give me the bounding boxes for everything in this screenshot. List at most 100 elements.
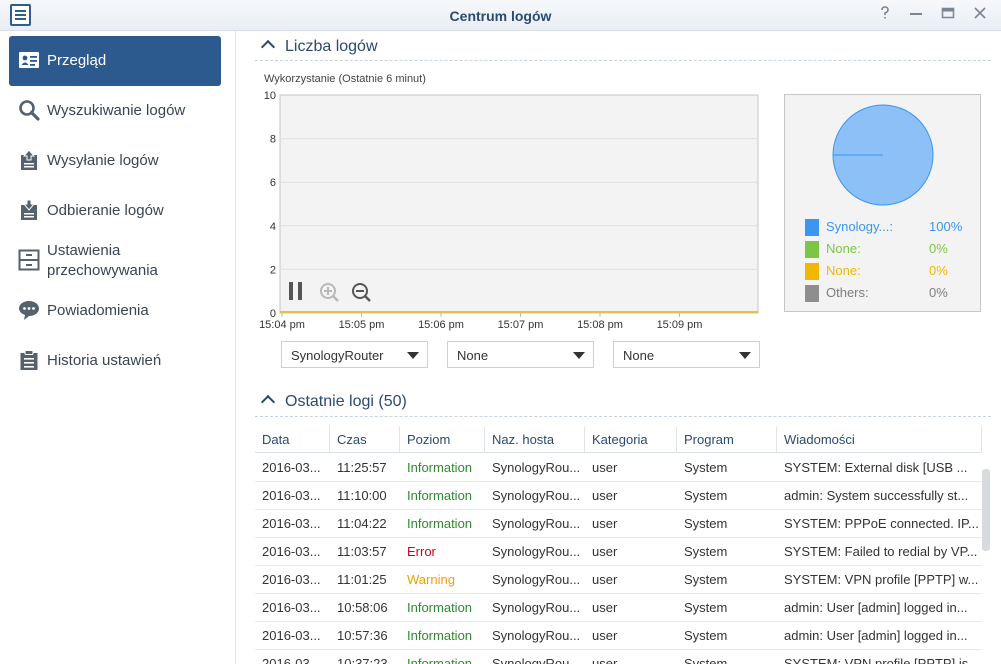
table-header: Data Czas Poziom Naz. hosta Kategoria Program… <box>255 426 982 453</box>
legend-percent: 100% <box>929 219 963 234</box>
sidebar-item-log-receiving[interactable]: Odbieranie logów <box>9 186 221 236</box>
table-cell: System <box>684 460 728 475</box>
legend-swatch <box>805 219 819 236</box>
table-cell: 2016-03... <box>262 516 321 531</box>
table-cell: 11:10:00 <box>337 488 387 503</box>
close-icon[interactable] <box>971 6 989 24</box>
table-cell: Information <box>407 600 473 615</box>
x-tick-label: 15:05 pm <box>339 319 385 331</box>
x-tick-label: 15:08 pm <box>577 319 623 331</box>
legend-label: None: <box>826 263 861 278</box>
table-cell: SynologyRou... <box>492 544 581 559</box>
help-icon[interactable] <box>876 6 894 24</box>
table-row[interactable]: 2016-03... 11:03:57 Error SynologyRou... use… <box>255 538 982 566</box>
title-bar: Centrum logów <box>0 0 1001 31</box>
upload-icon <box>21 149 37 170</box>
recent-logs-table: Data Czas Poziom Naz. hosta Kategoria Program… <box>255 426 1001 664</box>
host-filter-select-2[interactable]: None <box>447 341 594 368</box>
table-cell: 2016-03... <box>262 460 321 475</box>
table-cell: Information <box>407 628 473 643</box>
sidebar-item-log-sending[interactable]: Wysyłanie logów <box>9 136 221 186</box>
host-distribution-panel: Synology...: 100% None: 0% None: 0% Others: 0% <box>784 94 981 312</box>
column-header[interactable]: Program <box>677 426 777 453</box>
search-icon <box>19 100 40 121</box>
table-cell: 10:37:23 <box>337 656 388 664</box>
table-cell: System <box>684 488 728 503</box>
column-header[interactable]: Data <box>255 426 330 453</box>
recent-logs-section-header[interactable]: Ostatnie logi (50) <box>260 393 407 411</box>
y-tick-label: 6 <box>270 177 276 189</box>
collapse-chevron-icon[interactable] <box>260 39 276 55</box>
sidebar-item-notifications[interactable]: Powiadomienia <box>9 286 221 336</box>
table-cell: SynologyRou... <box>492 572 581 587</box>
table-cell: user <box>592 572 618 587</box>
table-cell: admin: User [admin] logged in... <box>784 628 968 643</box>
legend-label: Synology...: <box>826 219 893 234</box>
legend-item: None: 0% <box>805 261 975 281</box>
table-row[interactable]: 2016-03... 11:25:57 Information SynologyRou… <box>255 454 982 482</box>
table-row[interactable]: 2016-03... 11:10:00 Information SynologyRou… <box>255 482 982 510</box>
sidebar-item-overview[interactable]: Przegląd <box>9 36 221 86</box>
table-cell: SynologyRou... <box>492 460 581 475</box>
log-count-section-header[interactable]: Liczba logów <box>260 38 378 56</box>
table-cell: System <box>684 600 728 615</box>
table-cell: user <box>592 628 618 643</box>
minimize-icon[interactable] <box>907 6 925 24</box>
sidebar-item-label: Wyszukiwanie logów <box>47 102 186 119</box>
table-cell: 2016-03... <box>262 628 321 643</box>
table-cell: SYSTEM: VPN profile [PPTP] is... <box>784 656 980 664</box>
collapse-chevron-icon[interactable] <box>260 394 276 410</box>
legend-item: Others: 0% <box>805 283 975 303</box>
column-header[interactable]: Wiadomości <box>777 426 982 453</box>
maximize-icon[interactable] <box>939 6 957 24</box>
legend-percent: 0% <box>929 241 948 256</box>
host-filter-select-1[interactable]: SynologyRouter <box>281 341 428 368</box>
column-header[interactable]: Czas <box>330 426 400 453</box>
table-cell: 2016-03... <box>262 488 321 503</box>
column-header[interactable]: Poziom <box>400 426 485 453</box>
sidebar: Przegląd Wyszukiwanie logów Wysyłanie lo… <box>0 31 236 664</box>
table-cell: SynologyRou... <box>492 628 581 643</box>
log-count-title: Liczba logów <box>285 38 378 55</box>
select-value: None <box>623 348 655 363</box>
table-row[interactable]: 2016-03... 10:37:23 Information SynologyRou… <box>255 650 982 664</box>
legend-percent: 0% <box>929 285 948 300</box>
table-cell: user <box>592 656 618 664</box>
x-tick-label: 15:04 pm <box>259 319 305 331</box>
table-cell: user <box>592 460 618 475</box>
table-row[interactable]: 2016-03... 10:58:06 Information SynologyRou… <box>255 594 982 622</box>
log-center-window: Centrum logów Przegląd Wyszukiwanie logó… <box>0 0 1001 664</box>
table-cell: Information <box>407 656 473 664</box>
sidebar-item-label-line2: przechowywania <box>47 262 158 279</box>
y-tick-label: 2 <box>270 264 276 276</box>
table-cell: SYSTEM: Failed to redial by VP... <box>784 544 978 559</box>
table-cell: SYSTEM: PPPoE connected. IP... <box>784 516 979 531</box>
column-header[interactable]: Kategoria <box>585 426 677 453</box>
legend-item: None: 0% <box>805 239 975 259</box>
x-tick-label: 15:06 pm <box>418 319 464 331</box>
table-cell: Warning <box>407 572 455 587</box>
host-filter-select-3[interactable]: None <box>613 341 760 368</box>
clipboard-icon <box>20 350 38 370</box>
column-header[interactable]: Naz. hosta <box>485 426 585 453</box>
download-icon <box>21 199 37 220</box>
sidebar-item-storage-settings[interactable]: Ustawienia przechowywania <box>9 236 221 286</box>
table-cell: 11:25:57 <box>337 460 387 475</box>
table-cell: user <box>592 600 618 615</box>
table-row[interactable]: 2016-03... 10:57:36 Information SynologyRou… <box>255 622 982 650</box>
legend-percent: 0% <box>929 263 948 278</box>
table-scrollbar[interactable] <box>982 469 990 551</box>
table-cell: Information <box>407 460 473 475</box>
table-cell: 2016-03... <box>262 544 321 559</box>
y-tick-label: 8 <box>270 134 276 146</box>
sidebar-item-label: Odbieranie logów <box>47 202 164 219</box>
sidebar-item-settings-history[interactable]: Historia ustawień <box>9 336 221 386</box>
table-row[interactable]: 2016-03... 11:01:25 Warning SynologyRou... u… <box>255 566 982 594</box>
sidebar-item-log-search[interactable]: Wyszukiwanie logów <box>9 86 221 136</box>
table-row[interactable]: 2016-03... 11:04:22 Information SynologyRou… <box>255 510 982 538</box>
table-cell: admin: User [admin] logged in... <box>784 600 968 615</box>
table-cell: 2016-03... <box>262 600 321 615</box>
table-cell: 11:03:57 <box>337 544 387 559</box>
sidebar-item-label: Przegląd <box>47 52 107 69</box>
sidebar-item-label: Powiadomienia <box>47 302 149 319</box>
